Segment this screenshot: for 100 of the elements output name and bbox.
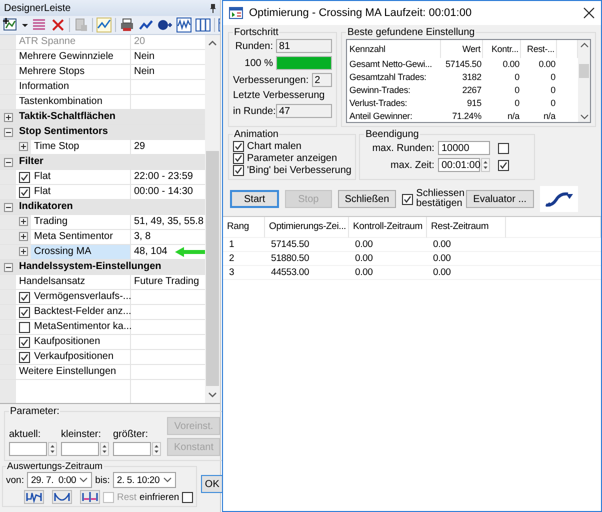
checkbox[interactable]: [233, 141, 244, 152]
scroll-down-icon[interactable]: [580, 114, 588, 120]
chevron-icon[interactable]: [162, 477, 172, 483]
collapse-icon[interactable]: [4, 128, 12, 136]
checkbox[interactable]: [182, 492, 194, 502]
property-value[interactable]: 51, 49, 35, 55.8: [134, 215, 204, 229]
chart-plus-icon[interactable]: [3, 17, 19, 33]
property-name[interactable]: Flat: [34, 170, 51, 184]
checkbox[interactable]: [402, 194, 414, 204]
spinner-icon[interactable]: [48, 442, 57, 456]
property-value[interactable]: 29: [134, 140, 146, 154]
collapse-icon[interactable]: [4, 202, 12, 212]
columns-icon[interactable]: [195, 17, 211, 33]
scrollbar[interactable]: [578, 40, 590, 122]
property-name[interactable]: Flat: [34, 185, 51, 199]
property-value[interactable]: 3, 8: [134, 230, 151, 244]
table-cell-text: 2267: [461, 84, 482, 97]
field-label: aktuell:: [9, 429, 42, 440]
property-name[interactable]: Verkaufpositionen: [34, 350, 114, 364]
category-label: Taktik-Schaltflächen: [18, 110, 116, 124]
checkbox[interactable]: [19, 352, 30, 362]
line-chart-icon[interactable]: [96, 17, 112, 33]
coin-icon[interactable]: [157, 17, 173, 33]
property-value[interactable]: 00:00 - 14:30: [134, 185, 193, 199]
table-cell: 0.00: [349, 266, 427, 280]
column-header[interactable]: Rest-Zeitraum: [427, 217, 506, 238]
collapse-icon[interactable]: [4, 262, 12, 272]
input-field[interactable]: 81: [276, 39, 332, 53]
category-header[interactable]: Handelssystem-Einstellungen: [0, 260, 205, 275]
column-header[interactable]: Rest-...: [521, 40, 558, 58]
field-label: Letzte Verbesserung: [233, 90, 326, 101]
range-icon[interactable]: [24, 490, 44, 504]
spinner-icon[interactable]: [152, 442, 161, 456]
column-header[interactable]: Optimierungs-Zei...: [265, 217, 349, 238]
category-header[interactable]: Taktik-Schaltflächen: [0, 110, 205, 125]
expand-icon[interactable]: [16, 140, 31, 154]
table-cell: 0.00: [427, 266, 506, 280]
expand-icon[interactable]: [16, 230, 31, 244]
scrollbar-thumb[interactable]: [579, 64, 589, 78]
group-title: Fortschritt: [233, 27, 280, 38]
property-value[interactable]: Future Trading: [134, 275, 200, 289]
checkbox[interactable]: [233, 153, 244, 164]
input-field[interactable]: 47: [276, 104, 332, 118]
input-field[interactable]: 00:01:00: [438, 158, 480, 172]
column-header[interactable]: Rang: [223, 217, 265, 238]
checkbox[interactable]: [19, 186, 30, 198]
button[interactable]: Evaluator ...: [466, 190, 534, 208]
checkbox[interactable]: [498, 160, 510, 170]
close-icon[interactable]: [583, 7, 595, 19]
scroll-up-icon[interactable]: [580, 42, 588, 48]
checkbox[interactable]: [19, 306, 30, 318]
property-name[interactable]: Backtest-Felder anz...: [34, 305, 132, 319]
checkbox[interactable]: [19, 322, 30, 332]
property-value[interactable]: Nein: [134, 50, 155, 64]
ok-button[interactable]: OK: [201, 475, 224, 493]
chevron-icon[interactable]: [79, 477, 88, 483]
button[interactable]: Schließen: [338, 190, 396, 208]
column-header[interactable]: Kennzahl: [347, 40, 442, 58]
property-value[interactable]: Nein: [134, 65, 155, 79]
date-dropdown[interactable]: 29. 7. 0:00: [26, 472, 92, 488]
spinner-icon[interactable]: [481, 158, 490, 172]
printer-icon[interactable]: [119, 17, 135, 33]
property-value[interactable]: 22:00 - 23:59: [134, 170, 193, 184]
spinner-icon[interactable]: [100, 442, 109, 456]
table-cell-text: 0: [550, 84, 556, 97]
column-header[interactable]: Kontroll-Zeitraum: [349, 217, 427, 238]
input-field[interactable]: [9, 442, 47, 456]
checkbox[interactable]: [19, 172, 30, 182]
table-cell-text: Gewinn-Trades:: [348, 84, 412, 97]
input-field[interactable]: 10000: [438, 141, 490, 155]
property-value[interactable]: 48, 104: [134, 245, 168, 259]
category-header[interactable]: Filter: [0, 155, 205, 170]
category-header[interactable]: Stop Sentimentors: [0, 125, 205, 140]
checkbox[interactable]: [498, 142, 510, 154]
range-icon[interactable]: [80, 490, 100, 504]
collapse-icon[interactable]: [4, 158, 12, 166]
expand-icon[interactable]: [16, 215, 31, 229]
property-name[interactable]: MetaSentimentor ka...: [34, 320, 132, 334]
input-field[interactable]: [61, 442, 99, 456]
date-dropdown[interactable]: 2. 5. 10:20: [112, 472, 176, 488]
property-name[interactable]: Crossing MA: [31, 245, 130, 259]
property-name[interactable]: Kaufpositionen: [34, 335, 100, 349]
column-header[interactable]: Kontr...: [483, 40, 522, 58]
button[interactable]: Start: [230, 190, 280, 208]
property-name[interactable]: Vermögensverlaufs-...: [34, 290, 132, 304]
table-cell-text: 0.00: [502, 58, 520, 71]
input-field[interactable]: [113, 442, 151, 456]
table-cell-text: Gesamt Netto-Gewi...: [348, 58, 433, 71]
column-header[interactable]: Wert: [441, 40, 484, 58]
input-field[interactable]: 2: [312, 73, 332, 87]
expand-icon[interactable]: [16, 245, 31, 259]
checkbox[interactable]: [233, 165, 244, 176]
category-header[interactable]: Indikatoren: [0, 200, 205, 215]
range-icon[interactable]: [52, 490, 72, 504]
checkbox[interactable]: [19, 292, 30, 302]
waveform-icon[interactable]: [176, 17, 192, 33]
pin-icon[interactable]: [209, 3, 217, 13]
scrollbar-thumb[interactable]: [206, 151, 219, 386]
expand-icon[interactable]: [4, 112, 12, 122]
checkbox[interactable]: [19, 336, 30, 348]
